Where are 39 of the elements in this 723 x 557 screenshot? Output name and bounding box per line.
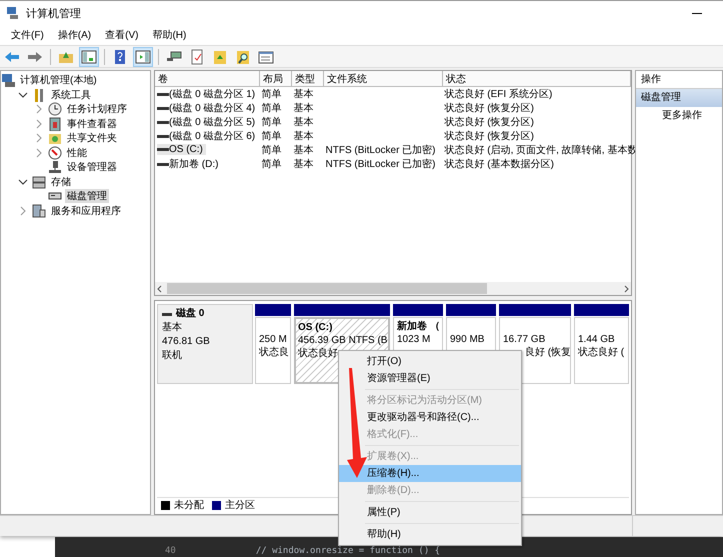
partition-title: OS (C:): [298, 322, 332, 333]
partition-size: 990 MB: [450, 334, 484, 345]
disk-type: 基本: [162, 321, 183, 335]
legend-label: 主分区: [225, 498, 255, 512]
table-cell: 简单: [262, 89, 282, 100]
line-number: 40: [165, 546, 176, 556]
table-cell: 简单: [262, 131, 282, 142]
table-cell: 基本: [294, 89, 314, 100]
table-cell: 基本: [294, 145, 314, 156]
table-cell: 状态良好 (基本数据分区): [444, 159, 554, 170]
code-line: // window.onresize = function () {: [256, 546, 440, 556]
partition-title: 新加卷 （: [397, 321, 440, 332]
partition-size: 1023 M: [397, 334, 430, 345]
partition-size: 16.77 GB: [503, 334, 546, 345]
partition-status: 状态良好: [298, 348, 338, 359]
table-cell: NTFS (BitLocker 已加密): [326, 145, 436, 156]
table-cell: 简单: [262, 145, 282, 156]
disk-name: 磁盘 0: [176, 307, 204, 321]
partition-status: 状态良好 (: [578, 347, 624, 358]
table-cell: 简单: [262, 103, 282, 114]
window-title: 计算机管理: [26, 6, 81, 20]
table-cell: 简单: [262, 117, 282, 128]
legend-label: 未分配: [174, 498, 204, 512]
table-cell: 简单: [262, 159, 282, 170]
partition-size: 1.44 GB: [578, 334, 615, 345]
table-cell: 基本: [294, 159, 314, 170]
disk-size: 476.81 GB: [162, 335, 211, 349]
partition-size: 456.39 GB NTFS (B: [298, 335, 388, 346]
table-cell: 基本: [294, 103, 314, 114]
table-cell: 基本: [294, 117, 314, 128]
table-cell: 状态良好 (恢复分区): [444, 103, 534, 114]
table-cell: 基本: [294, 131, 314, 142]
table-cell: NTFS (BitLocker 已加密): [326, 159, 436, 170]
disk-status: 联机: [162, 349, 183, 363]
partition-size: 250 M: [259, 334, 287, 345]
table-cell: 状态良好 (恢复分区): [444, 131, 534, 142]
partition-status: 状态良: [259, 347, 289, 358]
table-cell: 状态良好 (恢复分区): [444, 117, 534, 128]
table-cell: 状态良好 (EFI 系统分区): [444, 89, 552, 100]
